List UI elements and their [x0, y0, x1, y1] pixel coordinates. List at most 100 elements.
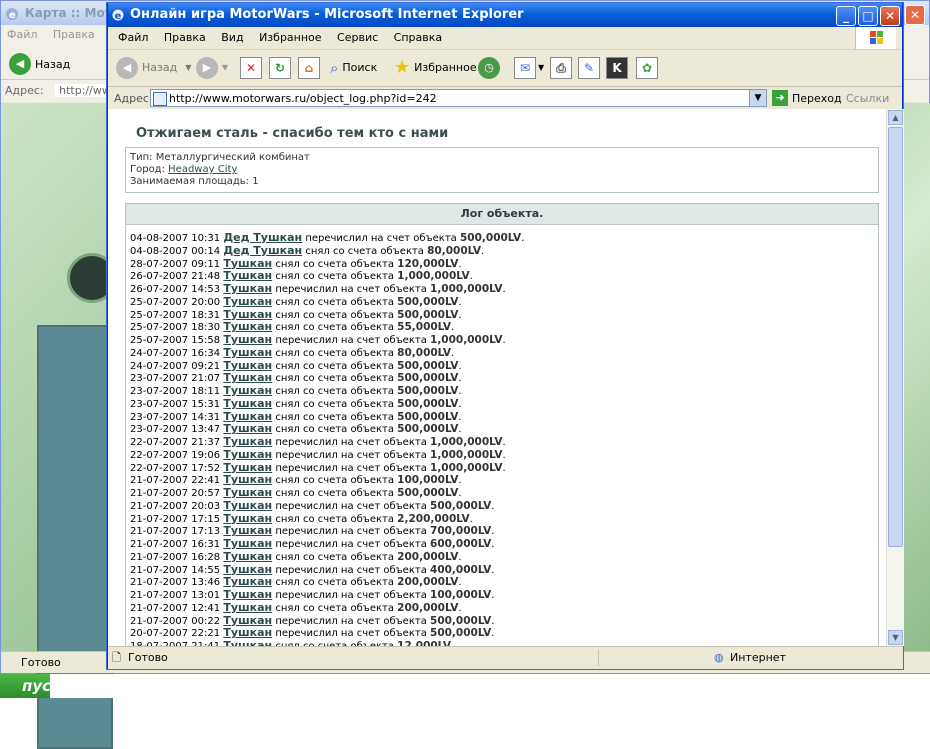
log-user-link[interactable]: Тушкан: [223, 359, 272, 372]
log-user-link[interactable]: Тушкан: [223, 410, 272, 423]
log-date: 21-07-2007 17:13: [130, 526, 221, 538]
log-user-link[interactable]: Тушкан: [223, 537, 272, 550]
menu-tools[interactable]: Сервис: [337, 31, 378, 44]
log-date: 21-07-2007 17:15: [130, 513, 221, 525]
address-url: http://www.motorwars.ru/object_log.php?i…: [169, 92, 437, 105]
log-user-link[interactable]: Тушкан: [223, 435, 272, 448]
log-user-link[interactable]: Тушкан: [223, 282, 272, 295]
log-user-link[interactable]: Тушкан: [223, 524, 272, 537]
log-user-link[interactable]: Тушкан: [223, 499, 272, 512]
log-amount: 500,000LV: [459, 232, 522, 244]
menu-help[interactable]: Справка: [394, 31, 442, 44]
log-user-link[interactable]: Дед Тушкан: [223, 244, 302, 257]
chevron-down-icon[interactable]: ▼: [749, 90, 766, 106]
log-amount: 700,000LV: [430, 525, 492, 538]
log-date: 21-07-2007 00:22: [130, 615, 221, 627]
background-menu-edit[interactable]: Правка: [53, 28, 95, 41]
history-icon: ◷: [478, 57, 500, 79]
log-user-link[interactable]: Тушкан: [223, 333, 272, 346]
city-link[interactable]: Headway City: [168, 164, 237, 175]
icq-button[interactable]: ✿: [636, 56, 658, 80]
background-menu-file[interactable]: Файл: [7, 28, 37, 41]
log-user-link[interactable]: Тушкан: [223, 563, 272, 576]
log-user-link[interactable]: Тушкан: [223, 486, 272, 499]
k-button[interactable]: K: [606, 56, 628, 80]
back-button[interactable]: ◀ Назад ▼: [116, 56, 191, 80]
log-user-link[interactable]: Тушкан: [223, 601, 272, 614]
log-amount: 500,000LV: [397, 372, 459, 385]
log-user-link[interactable]: Тушкан: [223, 295, 272, 308]
home-icon: ⌂: [298, 57, 320, 79]
background-back-button[interactable]: ◀ Назад: [9, 53, 70, 75]
vertical-scrollbar[interactable]: ▲ ▼: [886, 109, 904, 646]
edit-button[interactable]: ✎: [578, 56, 600, 80]
background-status-text: Готово: [21, 656, 61, 669]
log-action: снял со счета объекта: [275, 488, 394, 499]
log-amount: 500,000LV: [430, 499, 492, 512]
chevron-down-icon[interactable]: ▼: [222, 56, 228, 80]
print-button[interactable]: ⎙: [550, 56, 572, 80]
minimize-icon[interactable]: _: [836, 6, 856, 26]
log-user-link[interactable]: Тушкан: [223, 512, 272, 525]
log-date: 22-07-2007 19:06: [130, 449, 221, 461]
log-amount: 500,000LV: [397, 385, 459, 397]
address-input[interactable]: http://www.motorwars.ru/object_log.php?i…: [150, 89, 767, 107]
history-button[interactable]: ◷: [478, 56, 500, 80]
background-address-field[interactable]: http://ww: [55, 84, 115, 97]
log-user-link[interactable]: Тушкан: [223, 320, 272, 333]
log-user-link[interactable]: Тушкан: [223, 384, 272, 397]
log-user-link[interactable]: Тушкан: [223, 588, 272, 601]
log-user-link[interactable]: Тушкан: [223, 461, 272, 474]
log-user-link[interactable]: Тушкан: [223, 308, 272, 321]
title-bar[interactable]: e Онлайн игра MotorWars - Microsoft Inte…: [108, 3, 902, 27]
search-button[interactable]: ⌕ Поиск: [330, 56, 377, 80]
mail-button[interactable]: ✉ ▼: [514, 56, 544, 80]
svg-text:e: e: [9, 10, 16, 21]
log-date: 25-07-2007 20:00: [130, 296, 221, 308]
home-button[interactable]: ⌂: [298, 56, 320, 80]
chevron-down-icon[interactable]: ▼: [185, 56, 191, 80]
log-user-link[interactable]: Тушкан: [223, 575, 272, 588]
scroll-up-icon[interactable]: ▲: [888, 110, 903, 125]
log-action: снял со счета объекта: [275, 602, 394, 614]
forward-button[interactable]: ▶ ▼: [196, 56, 228, 80]
log-user-link[interactable]: Тушкан: [223, 550, 272, 563]
log-action: перечислил на счет объекта: [275, 526, 427, 538]
log-user-link[interactable]: Тушкан: [223, 626, 272, 639]
close-icon[interactable]: ✕: [905, 5, 925, 25]
log-user-link[interactable]: Дед Тушкан: [223, 231, 302, 244]
log-user-link[interactable]: Тушкан: [223, 448, 272, 461]
log-user-link[interactable]: Тушкан: [223, 639, 272, 646]
log-date: 22-07-2007 17:52: [130, 462, 221, 474]
links-label[interactable]: Ссылки: [846, 92, 889, 105]
refresh-icon: ↻: [269, 57, 291, 79]
favorites-button[interactable]: ★ Избранное: [394, 56, 477, 80]
menu-view[interactable]: Вид: [221, 31, 243, 44]
log-user-link[interactable]: Тушкан: [223, 257, 272, 270]
log-amount: 1,000,000LV: [430, 283, 503, 295]
go-button[interactable]: ➜ Переход: [772, 90, 842, 106]
menu-edit[interactable]: Правка: [164, 31, 206, 44]
chevron-down-icon[interactable]: ▼: [538, 56, 544, 80]
stop-button[interactable]: ✕: [240, 56, 262, 80]
log-user-link[interactable]: Тушкан: [223, 422, 272, 435]
toolbar: ◀ Назад ▼ ▶ ▼ ✕ ↻ ⌂ ⌕ Поиск ★ Избранное …: [108, 50, 902, 87]
stop-icon: ✕: [240, 57, 262, 79]
log-user-link[interactable]: Тушкан: [223, 371, 272, 384]
log-user-link[interactable]: Тушкан: [223, 269, 272, 282]
maximize-icon[interactable]: □: [858, 6, 878, 26]
log-amount: 500,000LV: [430, 627, 492, 640]
scroll-thumb[interactable]: [888, 127, 903, 547]
menu-favorites[interactable]: Избранное: [259, 31, 321, 44]
log-user-link[interactable]: Тушкан: [223, 397, 272, 410]
menu-file[interactable]: Файл: [118, 31, 148, 44]
refresh-button[interactable]: ↻: [269, 56, 291, 80]
log-user-link[interactable]: Тушкан: [223, 346, 272, 359]
log-date: 21-07-2007 20:57: [130, 488, 221, 499]
close-icon[interactable]: ✕: [880, 6, 900, 26]
log-date: 04-08-2007 00:14: [130, 245, 221, 257]
scroll-down-icon[interactable]: ▼: [888, 630, 903, 645]
log-user-link[interactable]: Тушкан: [223, 473, 272, 486]
log-user-link[interactable]: Тушкан: [223, 614, 272, 627]
background-address-label: Адрес:: [5, 84, 44, 97]
